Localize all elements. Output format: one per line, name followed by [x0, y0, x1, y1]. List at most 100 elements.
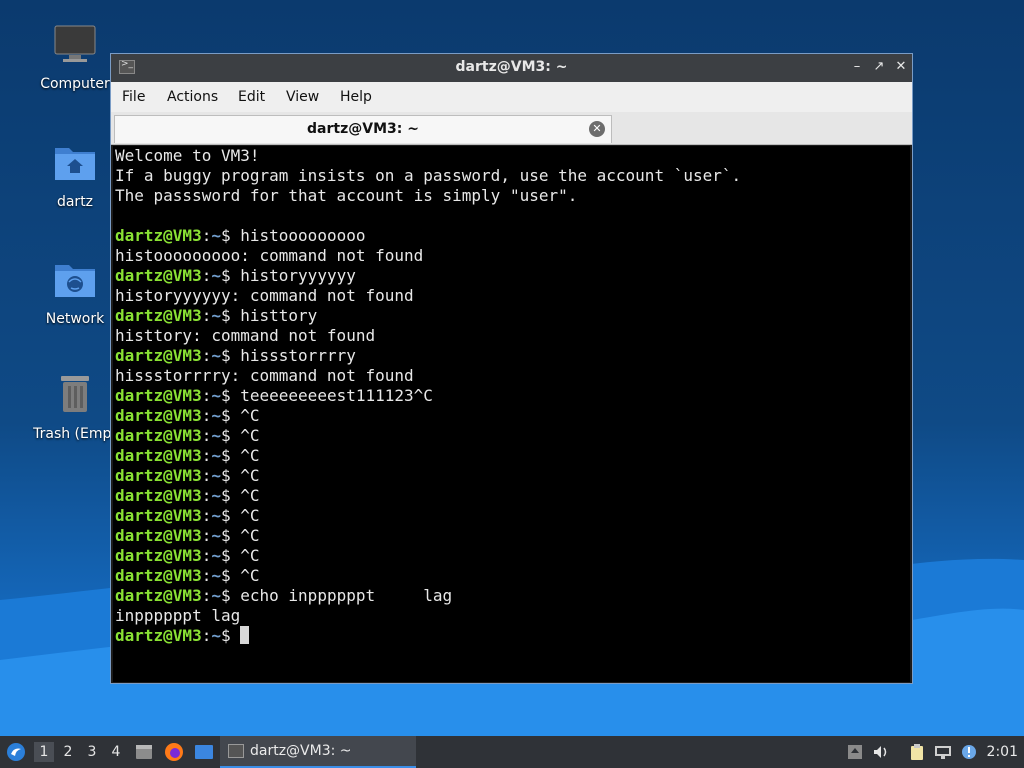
command-text: histtory	[240, 306, 318, 325]
file-manager-icon[interactable]	[134, 742, 154, 762]
tab-title: dartz@VM3: ~	[307, 121, 419, 137]
command-text: ^C	[240, 506, 260, 525]
prompt-sep: :	[201, 586, 212, 605]
command-text: ^C	[240, 406, 260, 425]
prompt-user: dartz@VM3	[115, 546, 202, 565]
prompt-symbol: $	[220, 386, 241, 405]
prompt-path: ~	[211, 306, 221, 325]
welcome-line: Welcome to VM3!	[115, 146, 260, 165]
upload-tray-icon[interactable]	[846, 743, 864, 761]
command-text: hissstorrrry	[240, 346, 356, 365]
prompt-line: dartz@VM3:~$ ^C	[115, 466, 910, 486]
clipboard-icon[interactable]	[908, 743, 926, 761]
command-text: teeeeeeeeest111123^C	[240, 386, 433, 405]
prompt-line: dartz@VM3:~$ hissstorrrry	[115, 346, 910, 366]
window-titlebar[interactable]: dartz@VM3: ~ – ↗ ✕	[111, 54, 912, 82]
menu-view[interactable]: View	[286, 89, 319, 105]
menubar: File Actions Edit View Help	[111, 82, 912, 112]
prompt-symbol: $	[220, 446, 241, 465]
command-text: ^C	[240, 446, 260, 465]
prompt-path: ~	[211, 266, 221, 285]
prompt-symbol: $	[220, 526, 241, 545]
terminal-lines: Welcome to VM3! If a buggy program insist…	[113, 146, 910, 646]
workspace-2[interactable]: 2	[58, 742, 78, 762]
prompt-user: dartz@VM3	[115, 566, 202, 585]
workspace-3[interactable]: 3	[82, 742, 102, 762]
prompt-path: ~	[211, 566, 221, 585]
menu-file[interactable]: File	[122, 89, 145, 105]
prompt-path: ~	[211, 446, 221, 465]
prompt-sep: :	[201, 546, 212, 565]
output-line: historyyyyyy: command not found	[115, 286, 414, 305]
prompt-line: dartz@VM3:~$ ^C	[115, 486, 910, 506]
volume-icon[interactable]	[872, 743, 890, 761]
output-line: histooooooooo: command not found	[115, 246, 424, 265]
workspace-1[interactable]: 1	[34, 742, 54, 762]
prompt-path: ~	[211, 526, 221, 545]
menu-actions[interactable]: Actions	[167, 89, 218, 105]
prompt-line: dartz@VM3:~$ echo inppppppt lag	[115, 586, 910, 606]
firefox-icon[interactable]	[164, 742, 184, 762]
prompt-user: dartz@VM3	[115, 626, 202, 645]
prompt-user: dartz@VM3	[115, 306, 202, 325]
close-button[interactable]: ✕	[893, 59, 909, 75]
prompt-user: dartz@VM3	[115, 266, 202, 285]
workspace-4[interactable]: 4	[106, 742, 126, 762]
prompt-user: dartz@VM3	[115, 526, 202, 545]
menu-help[interactable]: Help	[340, 89, 372, 105]
prompt-path: ~	[211, 226, 221, 245]
prompt-path: ~	[211, 426, 221, 445]
prompt-symbol: $	[220, 506, 241, 525]
prompt-symbol: $	[220, 566, 241, 585]
prompt-sep: :	[201, 466, 212, 485]
prompt-symbol: $	[220, 266, 241, 285]
welcome-line: If a buggy program insists on a password…	[115, 166, 742, 185]
prompt-symbol: $	[220, 226, 241, 245]
prompt-symbol: $	[220, 346, 241, 365]
command-text: historyyyyyy	[240, 266, 356, 285]
prompt-path: ~	[211, 346, 221, 365]
terminal-cursor	[240, 626, 250, 644]
desktop-show-icon[interactable]	[194, 742, 214, 762]
command-text: ^C	[240, 546, 260, 565]
prompt-symbol: $	[220, 466, 241, 485]
prompt-sep: :	[201, 626, 212, 645]
network-tray-icon[interactable]	[934, 743, 952, 761]
prompt-symbol: $	[220, 426, 241, 445]
window-title: dartz@VM3: ~	[455, 59, 568, 75]
prompt-sep: :	[201, 566, 212, 585]
tab-close-icon[interactable]: ✕	[589, 121, 605, 137]
prompt-symbol: $	[220, 406, 241, 425]
clock[interactable]: 2:01	[987, 736, 1018, 768]
terminal-output[interactable]: Welcome to VM3! If a buggy program insist…	[113, 146, 910, 682]
task-label: dartz@VM3: ~	[250, 743, 352, 759]
prompt-path: ~	[211, 466, 221, 485]
prompt-path: ~	[211, 406, 221, 425]
minimize-button[interactable]: –	[849, 59, 865, 75]
prompt-sep: :	[201, 526, 212, 545]
maximize-button[interactable]: ↗	[871, 59, 887, 75]
notification-icon[interactable]	[960, 743, 978, 761]
prompt-sep: :	[201, 266, 212, 285]
prompt-line: dartz@VM3:~$ teeeeeeeeest111123^C	[115, 386, 910, 406]
command-text: ^C	[240, 486, 260, 505]
menu-edit[interactable]: Edit	[238, 89, 265, 105]
tab-terminal[interactable]: dartz@VM3: ~ ✕	[114, 115, 612, 143]
prompt-symbol: $	[220, 486, 241, 505]
taskbar-task-terminal[interactable]: dartz@VM3: ~	[220, 736, 416, 768]
start-menu-icon[interactable]	[6, 742, 26, 762]
prompt-line: dartz@VM3:~$ ^C	[115, 406, 910, 426]
prompt-sep: :	[201, 406, 212, 425]
network-folder-icon	[55, 265, 95, 297]
home-folder-icon	[55, 148, 95, 180]
output-line: histtory: command not found	[115, 326, 376, 345]
prompt-path: ~	[211, 626, 221, 645]
prompt-path: ~	[211, 546, 221, 565]
command-text: histooooooooo	[240, 226, 366, 245]
taskbar: 1 2 3 4 dartz@VM3: ~ 2:01	[0, 736, 1024, 768]
prompt-sep: :	[201, 386, 212, 405]
prompt-line: dartz@VM3:~$ histtory	[115, 306, 910, 326]
prompt-sep: :	[201, 446, 212, 465]
prompt-line: dartz@VM3:~$ ^C	[115, 506, 910, 526]
